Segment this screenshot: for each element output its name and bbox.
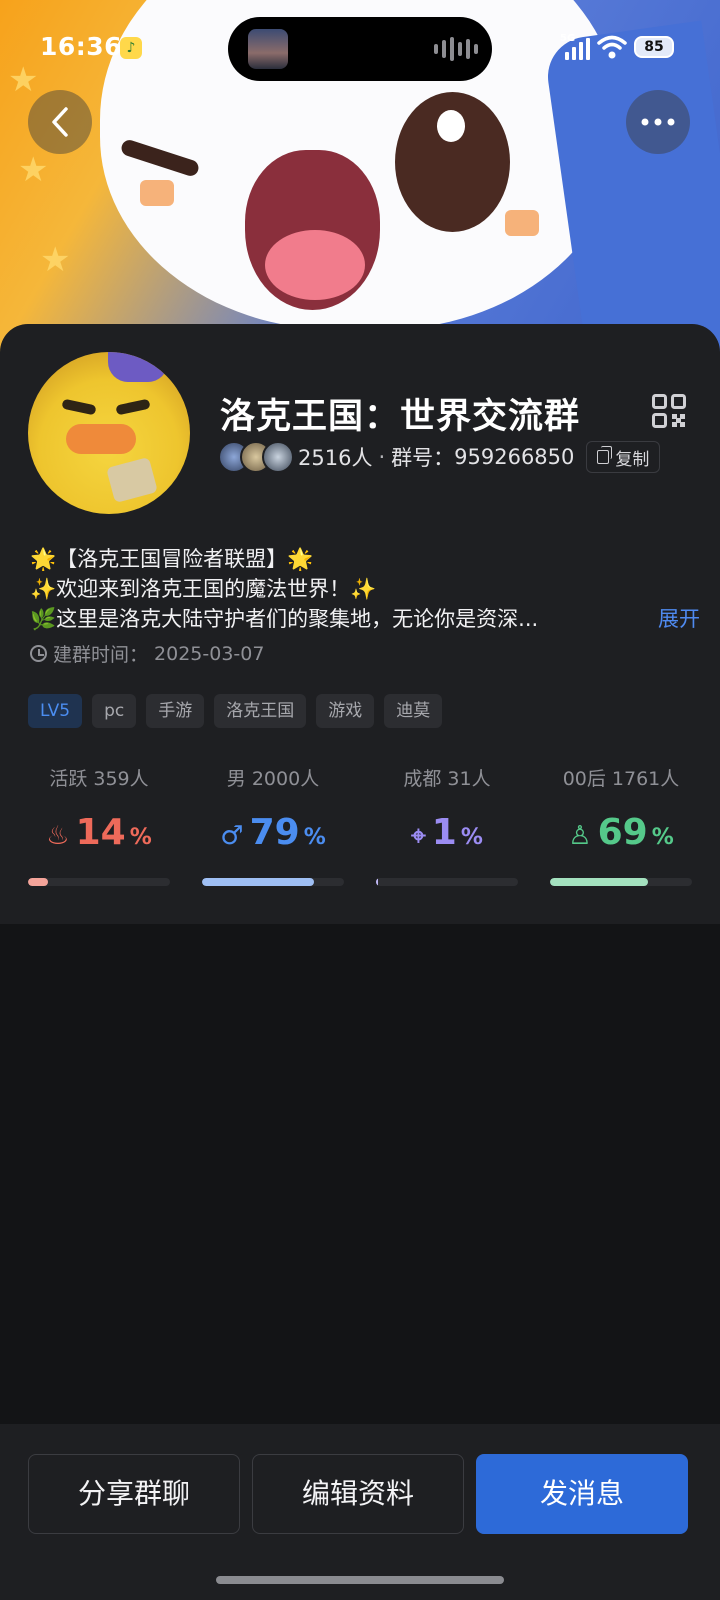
battery-indicator: 85 xyxy=(634,36,674,58)
stat-unit: % xyxy=(460,825,483,850)
male-icon: ♂ xyxy=(220,821,244,851)
stat-number: 1 xyxy=(431,812,457,853)
stat-value: ♨ 14 % xyxy=(28,812,170,856)
stat-number: 69 xyxy=(597,812,648,853)
stat-age[interactable]: 00后 1761人 ♙ 69 % xyxy=(550,764,692,886)
group-description: 🌟【洛克王国冒险者联盟】🌟 ✨欢迎来到洛克王国的魔法世界！✨ 🌿这里是洛克大陆守… xyxy=(30,544,700,634)
copy-label: 复制 xyxy=(615,449,650,470)
tag[interactable]: 迪莫 xyxy=(384,694,443,728)
person-icon: ♙ xyxy=(568,821,592,851)
created-label: 建群时间： xyxy=(53,644,149,666)
status-time: 16:36 xyxy=(40,32,123,61)
stat-progress-bar xyxy=(376,878,518,886)
share-group-button[interactable]: 分享群聊 xyxy=(28,1454,240,1534)
tag[interactable]: 手游 xyxy=(146,694,205,728)
stat-number: 14 xyxy=(75,812,126,853)
stat-value: ♂ 79 % xyxy=(202,812,344,856)
more-dots-icon xyxy=(641,118,675,126)
stat-label: 00后 1761人 xyxy=(562,768,680,790)
member-count[interactable]: 2516人 xyxy=(298,442,372,472)
copy-icon xyxy=(597,446,613,464)
member-stats: 活跃 359人 ♨ 14 % 男 2000人 ♂ 79 % 成都 31人 ⌖ 1… xyxy=(28,764,692,886)
stat-progress-fill xyxy=(202,878,315,886)
description-line: 🌿这里是洛克大陆守护者们的聚集地，无论你是资深... xyxy=(30,607,539,631)
more-options-button[interactable] xyxy=(626,90,690,154)
stat-label: 活跃 359人 xyxy=(49,768,149,790)
stat-gender[interactable]: 男 2000人 ♂ 79 % xyxy=(202,764,344,886)
group-id: 959266850 xyxy=(454,445,575,469)
description-line: 🌟【洛克王国冒险者联盟】🌟 xyxy=(30,547,314,571)
cover-eye xyxy=(395,92,510,232)
member-avatar xyxy=(262,441,294,473)
music-app-icon: ♪ xyxy=(120,37,142,59)
signal-icon xyxy=(565,38,590,60)
created-date-row: 建群时间： 2025-03-07 xyxy=(30,640,264,667)
status-bar: 16:36 ♪ 5G 85 xyxy=(0,0,720,96)
qr-code-icon[interactable] xyxy=(652,394,686,428)
cover-mouth xyxy=(245,150,380,310)
group-avatar[interactable] xyxy=(28,352,190,514)
bottom-action-bar: 分享群聊 编辑资料 发消息 xyxy=(0,1424,720,1600)
group-id-label: 群号： xyxy=(391,446,455,470)
stat-active[interactable]: 活跃 359人 ♨ 14 % xyxy=(28,764,170,886)
edit-profile-button[interactable]: 编辑资料 xyxy=(252,1454,464,1534)
stat-progress-bar xyxy=(28,878,170,886)
flame-icon: ♨ xyxy=(46,821,70,851)
stat-value: ⌖ 1 % xyxy=(376,812,518,856)
stat-value: ♙ 69 % xyxy=(550,812,692,856)
level-badge[interactable]: LV5 xyxy=(28,694,83,728)
star-decoration: ★ xyxy=(40,240,71,280)
stat-progress-fill xyxy=(376,878,379,886)
stat-unit: % xyxy=(651,825,674,850)
group-name: 洛克王国：世界交流群 xyxy=(220,397,581,437)
cover-cheek xyxy=(140,180,174,206)
stat-progress-bar xyxy=(550,878,692,886)
description-line: ✨欢迎来到洛克王国的魔法世界！✨ xyxy=(30,577,377,601)
copy-group-id-button[interactable]: 复制 xyxy=(586,441,661,473)
meta-separator: · xyxy=(378,445,386,469)
group-info-card: 洛克王国：世界交流群 2516人 · 群号： 959266850 复制 🌟【洛克… xyxy=(0,324,720,924)
clock-icon xyxy=(30,645,47,662)
avatar-teacup xyxy=(106,456,158,504)
group-tags: LV5 pc 手游 洛克王国 游戏 迪莫 xyxy=(28,694,443,728)
tag[interactable]: pc xyxy=(92,694,137,728)
tag[interactable]: 洛克王国 xyxy=(214,694,307,728)
avatar-brow xyxy=(61,398,97,416)
chevron-left-icon xyxy=(52,107,68,137)
stat-location[interactable]: 成都 31人 ⌖ 1 % xyxy=(376,764,518,886)
cover-cheek xyxy=(505,210,539,236)
stat-number: 79 xyxy=(249,812,300,853)
member-avatars[interactable] xyxy=(218,441,294,473)
avatar-bill xyxy=(66,424,136,454)
location-pin-icon: ⌖ xyxy=(411,821,426,851)
stat-label: 成都 31人 xyxy=(403,768,491,790)
home-indicator[interactable] xyxy=(216,1576,504,1584)
send-message-button[interactable]: 发消息 xyxy=(476,1454,688,1534)
stat-progress-bar xyxy=(202,878,344,886)
now-playing-thumbnail xyxy=(248,29,288,69)
group-meta-row: 2516人 · 群号： 959266850 复制 xyxy=(218,440,661,474)
stat-unit: % xyxy=(303,825,326,850)
expand-description-link[interactable]: 展开 xyxy=(658,604,700,634)
star-decoration: ★ xyxy=(18,150,49,190)
audio-wave-icon xyxy=(434,37,478,61)
stat-progress-fill xyxy=(28,878,48,886)
avatar-brow xyxy=(115,398,151,416)
back-button[interactable] xyxy=(28,90,92,154)
avatar-crest xyxy=(108,352,168,382)
stat-label: 男 2000人 xyxy=(226,768,320,790)
tag[interactable]: 游戏 xyxy=(316,694,375,728)
created-date: 2025-03-07 xyxy=(154,642,265,665)
stat-progress-fill xyxy=(550,878,648,886)
wifi-icon xyxy=(597,35,627,59)
stat-unit: % xyxy=(129,825,152,850)
dynamic-island[interactable] xyxy=(228,17,492,81)
